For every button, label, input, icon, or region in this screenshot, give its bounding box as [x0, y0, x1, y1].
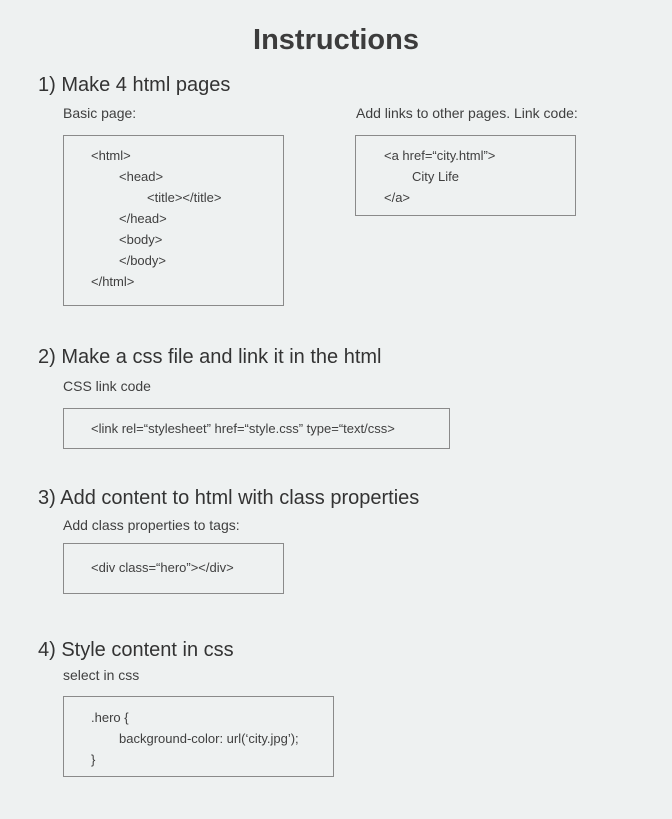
code-line: <body> — [119, 232, 163, 247]
code-line: </head> — [119, 211, 167, 226]
code-line: </body> — [119, 253, 166, 268]
code-line: <link rel=“stylesheet” href=“style.css” … — [91, 421, 395, 436]
code-line: City Life — [412, 169, 459, 184]
step-1-heading: 1) Make 4 html pages — [38, 74, 231, 96]
step-4-heading: 4) Style content in css — [38, 639, 234, 661]
step-2-heading: 2) Make a css file and link it in the ht… — [38, 346, 382, 368]
code-line: <a href=“city.html”> — [384, 148, 496, 163]
code-line: <head> — [119, 169, 164, 184]
step-3-heading: 3) Add content to html with class proper… — [38, 487, 420, 509]
code-line: </html> — [91, 274, 135, 289]
basic-page-code-box: <html> <head> <title></title> </head> <b… — [63, 135, 284, 306]
code-line: } — [91, 752, 96, 767]
css-link-code-box: <link rel=“stylesheet” href=“style.css” … — [63, 408, 450, 449]
select-css-label: select in css — [63, 667, 140, 683]
code-line: background-color: url(‘city.jpg’); — [119, 731, 299, 746]
code-line: <div class=“hero”></div> — [91, 560, 234, 575]
class-properties-label: Add class properties to tags: — [63, 517, 240, 533]
link-code-box: <a href=“city.html”> City Life </a> — [355, 135, 576, 216]
basic-page-label: Basic page: — [63, 105, 137, 121]
code-line: </a> — [384, 190, 411, 205]
code-line: .hero { — [91, 710, 129, 725]
code-line: <html> — [91, 148, 131, 163]
class-properties-code-box: <div class=“hero”></div> — [63, 543, 284, 594]
code-line: <title></title> — [147, 190, 222, 205]
page-title: Instructions — [253, 24, 419, 56]
css-link-label: CSS link code — [63, 378, 151, 394]
link-code-label: Add links to other pages. Link code: — [356, 105, 578, 121]
css-style-code-box: .hero { background-color: url(‘city.jpg’… — [63, 696, 334, 777]
